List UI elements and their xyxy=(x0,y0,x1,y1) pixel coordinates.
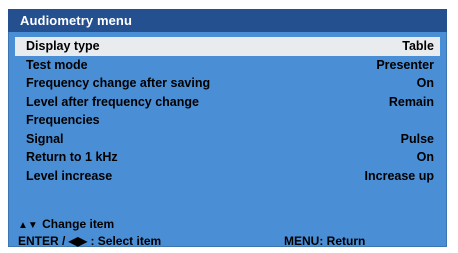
select-item-hint: ENTER / ◀▶ : Select item xyxy=(18,233,161,249)
menu-item-value: Pulse xyxy=(400,131,434,146)
menu-item-label: Signal xyxy=(26,131,64,146)
device-screen: Audiometry menu Display type Table Test … xyxy=(0,0,458,253)
menu-item-label: Frequency change after saving xyxy=(26,76,211,90)
menu-item-label: Frequencies xyxy=(26,113,100,127)
menu-item-signal[interactable]: Signal Pulse xyxy=(8,130,447,149)
menu-item-value: On xyxy=(416,76,434,90)
menu-item-value: Increase up xyxy=(364,168,434,183)
menu-title-bar: Audiometry menu xyxy=(8,9,447,32)
menu-item-value: On xyxy=(416,150,434,164)
menu-item-level-after-frequency-change[interactable]: Level after frequency change Remain xyxy=(8,93,447,112)
menu-item-frequencies[interactable]: Frequencies xyxy=(8,111,447,130)
menu-item-label: Level after frequency change xyxy=(26,94,199,109)
up-down-arrows-icon: ▲▼ xyxy=(18,220,38,231)
menu-title: Audiometry menu xyxy=(20,13,133,28)
menu-item-value: Table xyxy=(402,39,434,53)
menu-item-label: Return to 1 kHz xyxy=(26,150,118,164)
menu-item-level-increase[interactable]: Level increase Increase up xyxy=(8,167,447,186)
change-item-label: Change item xyxy=(42,217,115,231)
menu-item-label: Level increase xyxy=(26,168,113,183)
menu-item-test-mode[interactable]: Test mode Presenter xyxy=(8,56,447,75)
menu-item-frequency-change-after-saving[interactable]: Frequency change after saving On xyxy=(8,74,447,93)
menu-item-value: Presenter xyxy=(376,57,434,72)
menu-item-label: Display type xyxy=(26,39,100,53)
menu-return-hint: MENU: Return xyxy=(284,233,365,249)
menu-item-return-to-1khz[interactable]: Return to 1 kHz On xyxy=(8,148,447,167)
menu-item-display-type[interactable]: Display type Table xyxy=(15,37,440,56)
footer-hints: ▲▼ Change item ENTER / ◀▶ : Select item … xyxy=(8,212,447,249)
enter-select-label: ENTER / ◀▶ : Select item xyxy=(18,234,162,248)
menu-item-value: Remain xyxy=(388,94,434,109)
menu-list: Display type Table Test mode Presenter F… xyxy=(8,37,447,185)
menu-return-label: MENU: Return xyxy=(284,234,366,248)
menu-item-label: Test mode xyxy=(26,57,88,72)
change-item-hint: ▲▼ Change item xyxy=(18,216,114,232)
